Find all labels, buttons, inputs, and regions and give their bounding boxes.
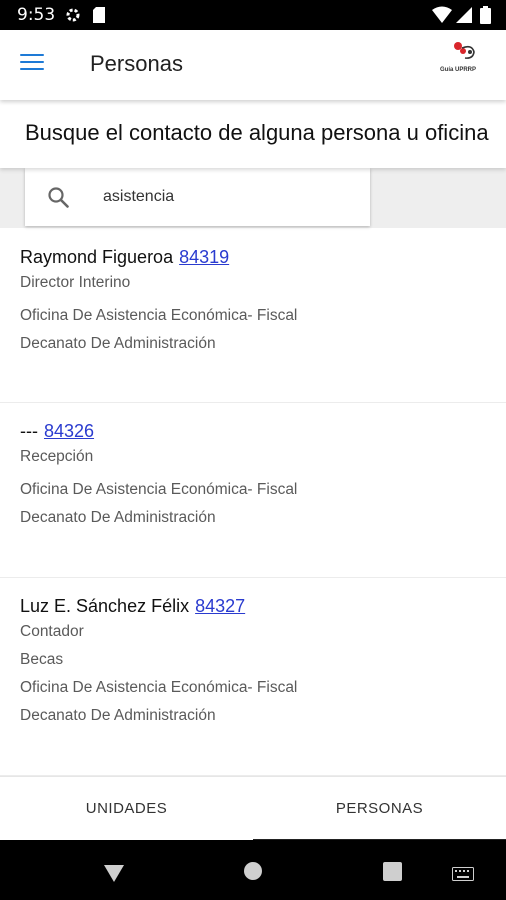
person-title: Contador	[20, 623, 84, 640]
menu-icon[interactable]	[20, 54, 44, 74]
gear-icon	[64, 6, 82, 28]
battery-icon	[480, 6, 491, 28]
home-icon[interactable]	[243, 861, 263, 885]
phone-extension-link[interactable]: 84327	[195, 596, 245, 616]
person-department: Decanato De Administración	[20, 707, 216, 724]
bottom-tab-bar: UNIDADES PERSONAS	[0, 776, 506, 841]
person-name: Raymond Figueroa	[20, 247, 174, 267]
person-office: Oficina De Asistencia Económica- Fiscal	[20, 481, 298, 498]
page-title: Personas	[90, 51, 183, 76]
person-name-line: Raymond Figueroa 84319	[20, 247, 229, 268]
search-field[interactable]	[25, 168, 370, 226]
person-office: Oficina De Asistencia Económica- Fiscal	[20, 307, 298, 324]
recents-icon[interactable]	[383, 862, 402, 885]
signal-icon	[456, 6, 472, 28]
status-time: 9:53	[17, 5, 56, 25]
list-item: --- 84326 Recepción Oficina De Asistencia…	[0, 402, 506, 578]
search-instructions-banner: Busque el contacto de alguna persona u o…	[0, 100, 506, 168]
person-title: Recepción	[20, 448, 94, 465]
app-bar: Personas Guía UPRRP	[0, 30, 506, 100]
person-name: ---	[20, 421, 38, 441]
person-name-line: --- 84326	[20, 421, 94, 442]
tab-personas[interactable]: PERSONAS	[253, 777, 506, 841]
person-title: Director Interino	[20, 274, 131, 291]
list-item: Luz E. Sánchez Félix 84327 Contador Becas…	[0, 577, 506, 776]
sd-card-icon	[92, 6, 106, 28]
search-input[interactable]	[103, 184, 353, 210]
keyboard-icon[interactable]	[452, 866, 474, 885]
logo-text: Guía UPRRP	[440, 67, 477, 73]
system-navigation-bar	[0, 840, 506, 900]
person-office: Oficina De Asistencia Económica- Fiscal	[20, 679, 298, 696]
back-icon[interactable]	[103, 863, 125, 887]
tab-unidades[interactable]: UNIDADES	[0, 777, 253, 841]
app-logo: Guía UPRRP	[440, 38, 490, 80]
person-department: Decanato De Administración	[20, 509, 216, 526]
wifi-icon	[432, 6, 452, 28]
person-department: Decanato De Administración	[20, 335, 216, 352]
phone-extension-link[interactable]: 84319	[179, 247, 229, 267]
list-item: Raymond Figueroa 84319 Director Interino …	[0, 228, 506, 403]
search-icon	[47, 186, 69, 212]
person-unit: Becas	[20, 651, 64, 668]
phone-extension-link[interactable]: 84326	[44, 421, 94, 441]
person-name: Luz E. Sánchez Félix	[20, 596, 190, 616]
banner-text: Busque el contacto de alguna persona u o…	[25, 120, 489, 145]
status-bar: 9:53	[0, 0, 506, 30]
logo-mark-icon	[454, 42, 475, 59]
person-name-line: Luz E. Sánchez Félix 84327	[20, 596, 245, 617]
